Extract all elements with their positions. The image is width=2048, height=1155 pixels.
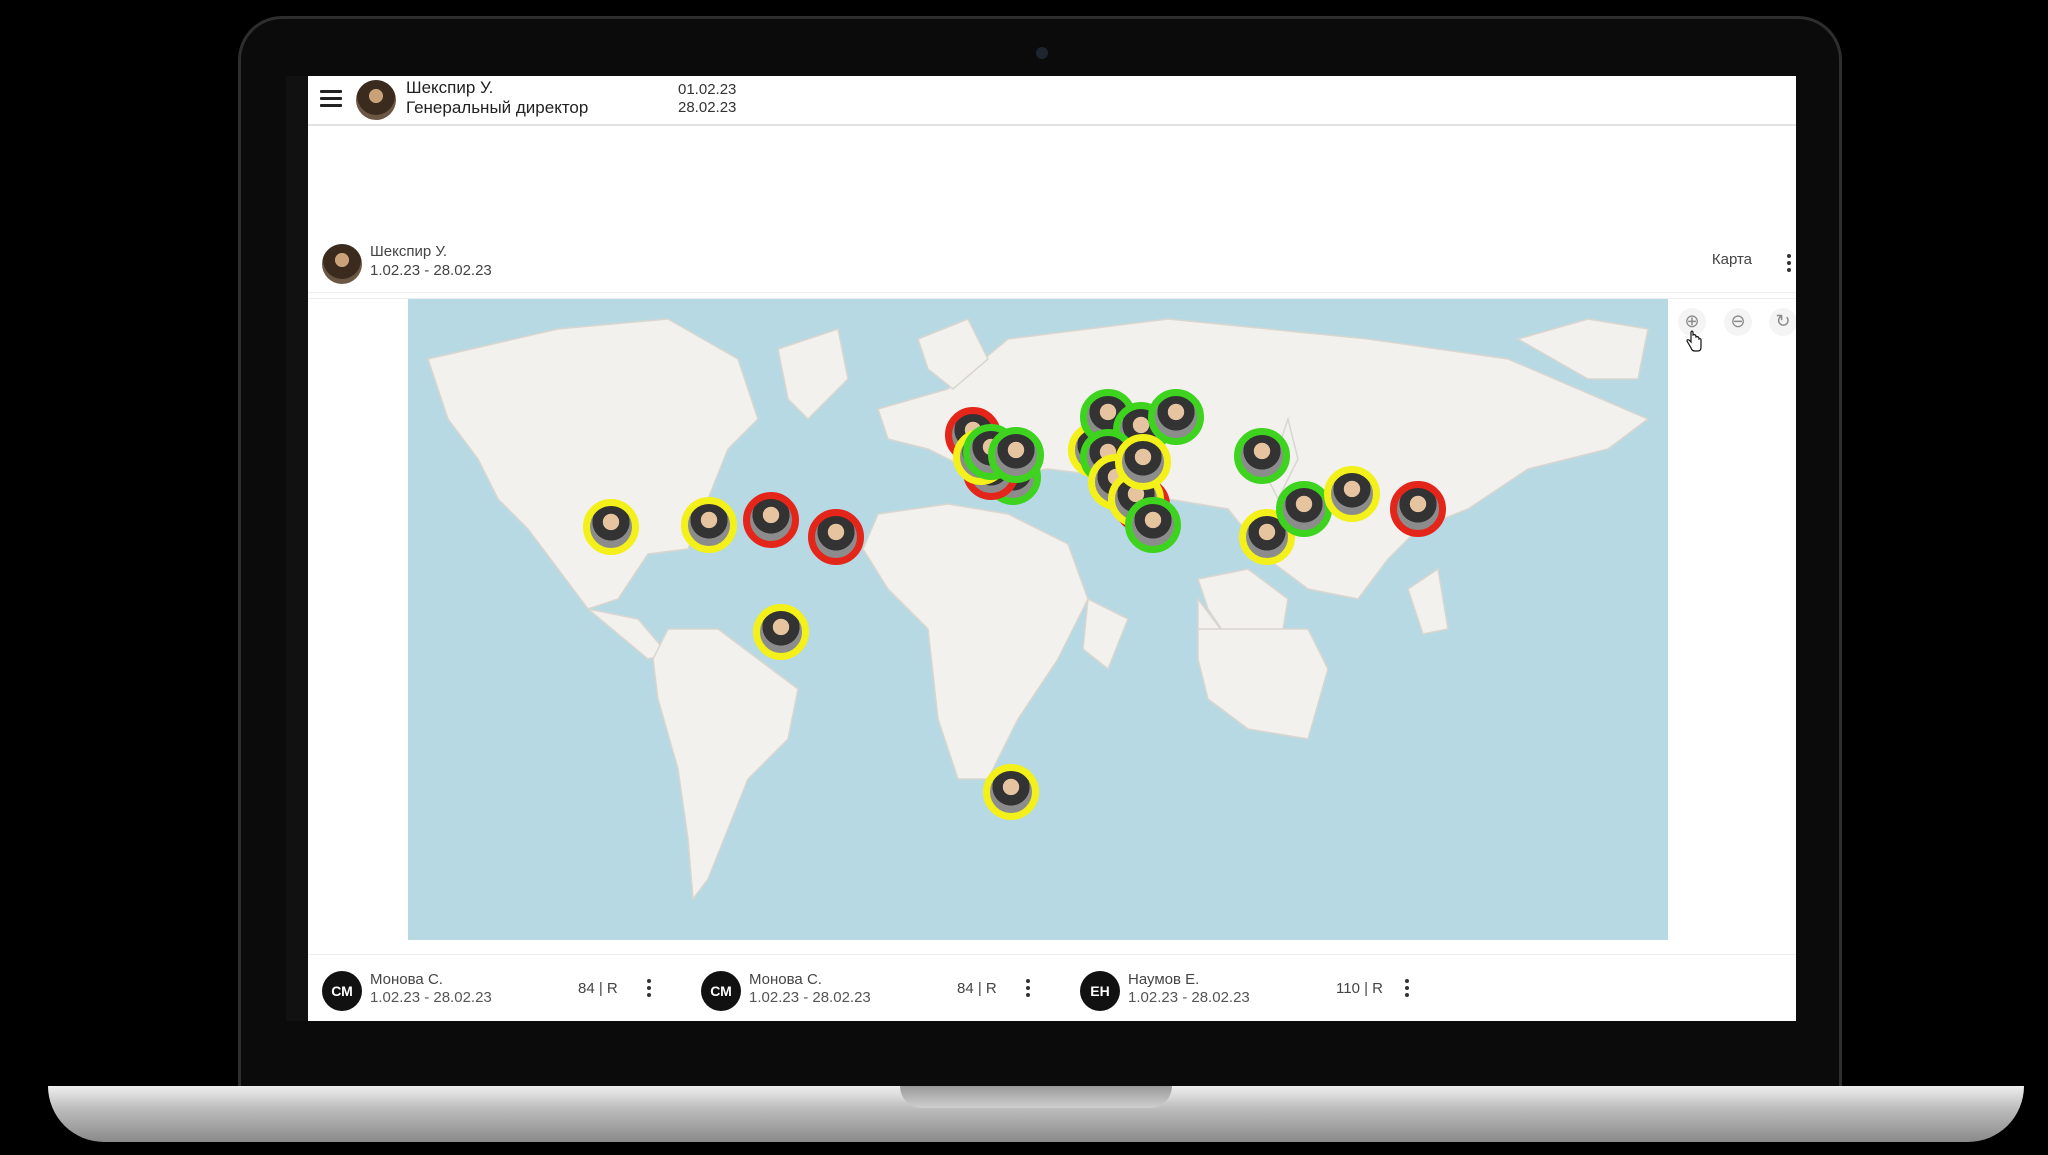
map-marker[interactable] bbox=[983, 764, 1039, 820]
card-avatar bbox=[322, 244, 362, 284]
map-marker[interactable] bbox=[753, 604, 809, 660]
employee-score: 110 | R bbox=[1336, 980, 1383, 997]
user-name: Шекспир У. bbox=[406, 78, 494, 97]
map-marker[interactable] bbox=[1324, 466, 1380, 522]
employee-card[interactable]: ЕН Наумов Е. 1.02.23 - 28.02.23 110 | R bbox=[1066, 955, 1436, 1021]
laptop-base-notch bbox=[900, 1086, 1172, 1108]
app-screen: Шекспир У. Генеральный директор 01.02.23… bbox=[286, 76, 1796, 1021]
map-marker[interactable] bbox=[681, 497, 737, 553]
view-mode-label[interactable]: Карта bbox=[1712, 251, 1752, 268]
map-marker[interactable] bbox=[583, 499, 639, 555]
app-header: Шекспир У. Генеральный директор 01.02.23… bbox=[308, 76, 1796, 126]
employee-cards-row: СМ Монова С. 1.02.23 - 28.02.23 84 | R С… bbox=[308, 954, 1796, 1021]
employee-more-icon[interactable] bbox=[1404, 979, 1410, 999]
hand-cursor-icon bbox=[1686, 330, 1702, 352]
employee-more-icon[interactable] bbox=[1025, 979, 1031, 999]
webcam bbox=[1036, 47, 1048, 59]
map-marker[interactable] bbox=[1390, 481, 1446, 537]
user-role: Генеральный директор bbox=[406, 98, 589, 117]
map-marker[interactable] bbox=[1125, 497, 1181, 553]
employee-name: Наумов Е. bbox=[1128, 971, 1200, 988]
map-marker[interactable] bbox=[808, 509, 864, 565]
card-user-name: Шекспир У. bbox=[370, 243, 448, 260]
employee-score: 84 | R bbox=[578, 980, 618, 997]
map-card-header: Шекспир У. 1.02.23 - 28.02.23 Карта bbox=[308, 236, 1796, 293]
map-marker[interactable] bbox=[1234, 428, 1290, 484]
period-start-date[interactable]: 01.02.23 bbox=[678, 81, 736, 99]
refresh-icon[interactable]: ↻ bbox=[1769, 308, 1796, 336]
employee-date-range: 1.02.23 - 28.02.23 bbox=[1128, 989, 1250, 1006]
map-marker[interactable] bbox=[743, 492, 799, 548]
card-date-range: 1.02.23 - 28.02.23 bbox=[370, 262, 492, 279]
employee-name: Монова С. bbox=[749, 971, 822, 988]
employee-name: Монова С. bbox=[370, 971, 443, 988]
card-more-icon[interactable] bbox=[1786, 254, 1792, 274]
employee-avatar: СМ bbox=[701, 971, 741, 1011]
employee-avatar: СМ bbox=[322, 971, 362, 1011]
user-avatar[interactable] bbox=[356, 80, 396, 120]
employee-date-range: 1.02.23 - 28.02.23 bbox=[370, 989, 492, 1006]
employee-card[interactable]: СМ Монова С. 1.02.23 - 28.02.23 84 | R bbox=[687, 955, 1057, 1021]
period-end-date[interactable]: 28.02.23 bbox=[678, 99, 736, 117]
hamburger-menu-icon[interactable] bbox=[320, 90, 342, 108]
employee-date-range: 1.02.23 - 28.02.23 bbox=[749, 989, 871, 1006]
employee-card[interactable]: СМ Монова С. 1.02.23 - 28.02.23 84 | R bbox=[308, 955, 678, 1021]
world-map[interactable] bbox=[408, 299, 1668, 940]
employee-avatar: ЕН bbox=[1080, 971, 1120, 1011]
zoom-out-icon[interactable]: ⊖ bbox=[1724, 308, 1752, 336]
map-marker[interactable] bbox=[988, 427, 1044, 483]
employee-score: 84 | R bbox=[957, 980, 997, 997]
employee-more-icon[interactable] bbox=[646, 979, 652, 999]
world-map-land bbox=[427, 318, 1650, 902]
sidebar-collapsed bbox=[286, 76, 308, 1021]
map-marker[interactable] bbox=[1115, 434, 1171, 490]
